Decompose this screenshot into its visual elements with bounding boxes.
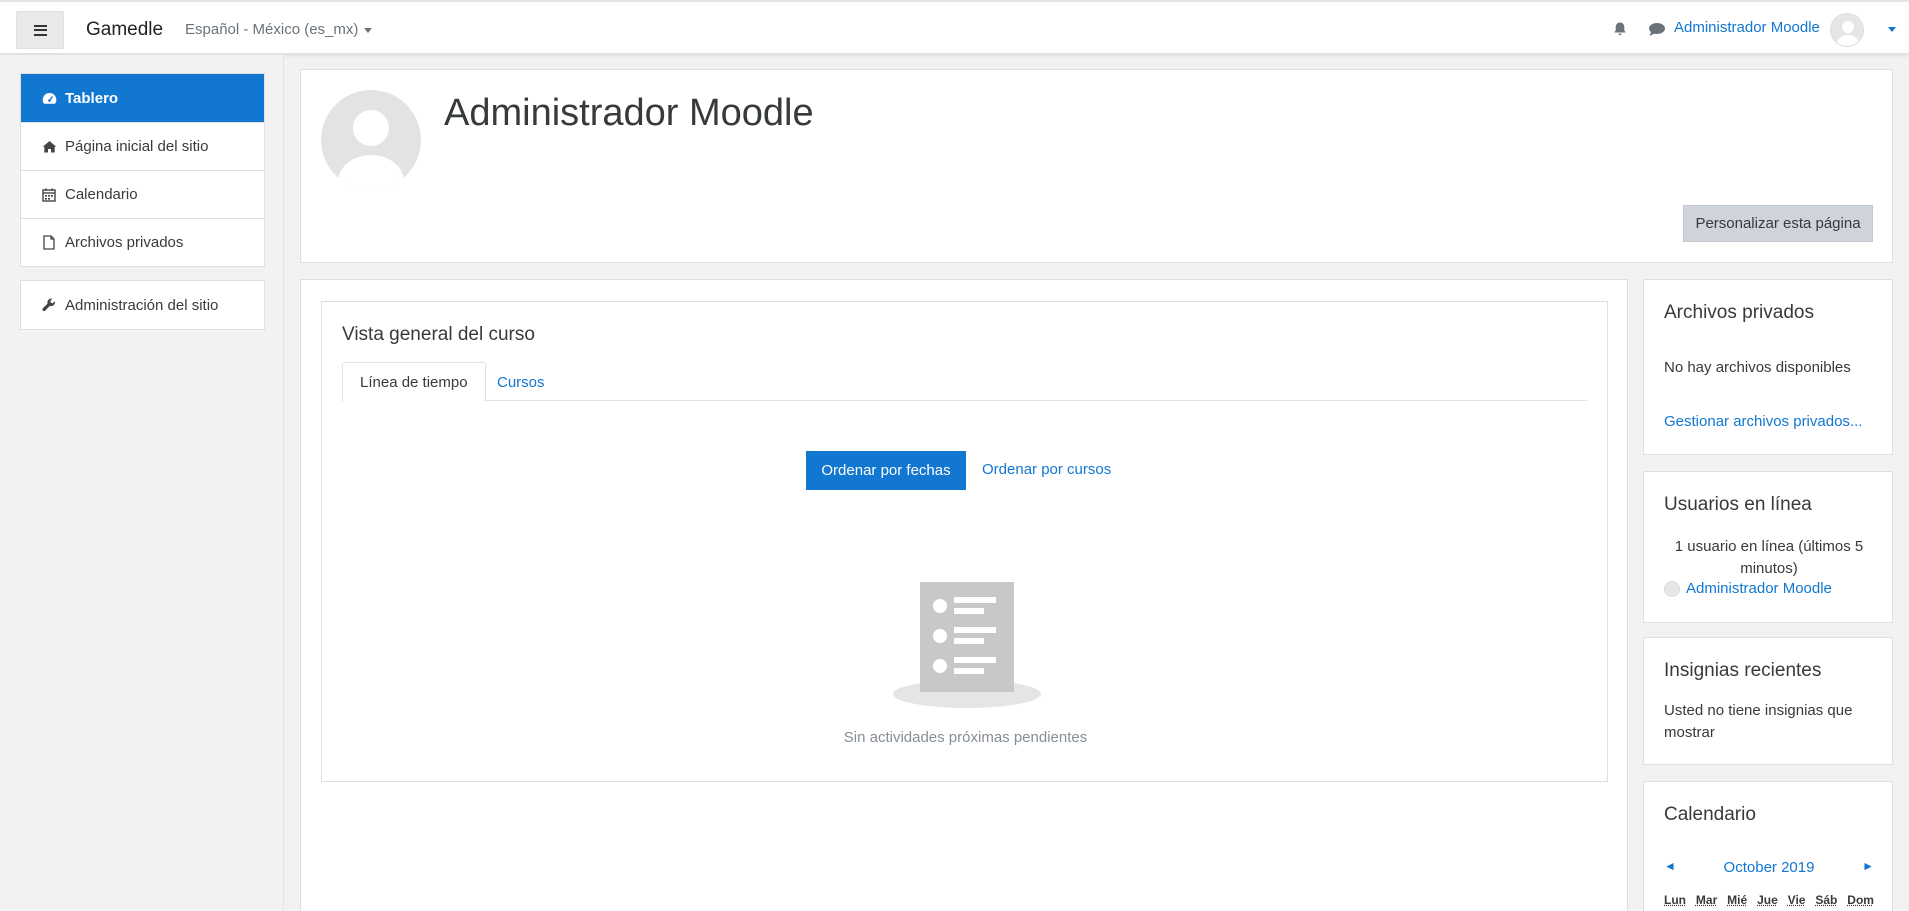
drawer-item-label: Página inicial del sitio — [65, 138, 208, 155]
drawer-item-label: Tablero — [65, 90, 118, 107]
recent-badges-block: Insignias recientes Usted no tiene insig… — [1643, 637, 1893, 765]
online-user-link[interactable]: Administrador Moodle — [1686, 580, 1832, 597]
online-user-item[interactable]: Administrador Moodle — [1664, 580, 1832, 598]
nav-drawer: Tablero Página inicial del sitio Calenda… — [0, 55, 284, 911]
online-users-block: Usuarios en línea 1 usuario en línea (úl… — [1643, 471, 1893, 623]
top-navbar: Gamedle Español - México (es_mx) Adminis… — [0, 0, 1909, 54]
main-region: Vista general del curso Línea de tiempo … — [300, 279, 1628, 911]
wrench-icon — [41, 297, 57, 313]
nav-drawer-list: Tablero Página inicial del sitio Calenda… — [20, 73, 265, 267]
manage-private-files-link[interactable]: Gestionar archivos privados... — [1664, 413, 1862, 430]
no-files-text: No hay archivos disponibles — [1664, 357, 1851, 379]
dashboard-icon — [41, 90, 57, 106]
profile-avatar[interactable] — [321, 90, 421, 190]
drawer-item-label: Administración del sitio — [65, 297, 218, 314]
customize-page-button[interactable]: Personalizar esta página — [1683, 205, 1873, 242]
bell-icon[interactable] — [1612, 21, 1628, 37]
empty-activities-illustration — [892, 582, 1042, 712]
tab-timeline[interactable]: Línea de tiempo — [342, 362, 486, 402]
weekday-label: Mié — [1727, 893, 1747, 907]
private-files-block: Archivos privados No hay archivos dispon… — [1643, 279, 1893, 455]
weekday-label: Jue — [1757, 893, 1778, 907]
chevron-down-icon — [364, 28, 372, 33]
avatar — [1664, 581, 1680, 597]
block-title: Archivos privados — [1664, 302, 1814, 324]
weekday-label: Dom — [1847, 893, 1874, 907]
calendar-icon — [41, 187, 57, 203]
chat-icon[interactable] — [1648, 22, 1666, 37]
nav-drawer-admin-list: Administración del sitio — [20, 280, 265, 330]
course-overview-tabs: Línea de tiempo Cursos — [342, 362, 1587, 401]
avatar[interactable] — [1830, 13, 1864, 47]
block-title: Usuarios en línea — [1664, 494, 1812, 516]
language-selector[interactable]: Español - México (es_mx) — [185, 21, 372, 38]
user-avatar-icon — [321, 90, 421, 190]
page-header: Administrador Moodle Personalizar esta p… — [300, 69, 1893, 263]
drawer-item-private-files[interactable]: Archivos privados — [21, 218, 264, 266]
block-title: Calendario — [1664, 804, 1756, 826]
hamburger-icon — [34, 25, 47, 36]
no-badges-text: Usted no tiene insignias que mostrar — [1664, 700, 1874, 744]
online-users-count: 1 usuario en línea (últimos 5 minutos) — [1664, 536, 1874, 580]
weekday-label: Sáb — [1815, 893, 1837, 907]
drawer-item-label: Archivos privados — [65, 234, 183, 251]
sort-by-courses-link[interactable]: Ordenar por cursos — [982, 461, 1111, 478]
prev-month-icon[interactable]: ◄ — [1664, 859, 1676, 873]
course-overview-block: Vista general del curso Línea de tiempo … — [321, 301, 1608, 782]
page-title: Administrador Moodle — [444, 92, 814, 135]
drawer-item-dashboard[interactable]: Tablero — [21, 74, 264, 122]
next-month-icon[interactable]: ► — [1862, 859, 1874, 873]
drawer-item-label: Calendario — [65, 186, 138, 203]
language-label: Español - México (es_mx) — [185, 21, 358, 38]
home-icon — [41, 139, 57, 155]
weekday-label: Vie — [1788, 893, 1806, 907]
tab-courses[interactable]: Cursos — [480, 362, 562, 402]
weekday-label: Mar — [1696, 893, 1717, 907]
user-menu-chevron-icon[interactable] — [1888, 27, 1896, 32]
user-menu-name[interactable]: Administrador Moodle — [1674, 19, 1820, 36]
user-avatar-icon — [1831, 14, 1864, 47]
site-brand[interactable]: Gamedle — [86, 19, 163, 41]
menu-toggle-button[interactable] — [16, 11, 64, 49]
calendar-block: Calendario October 2019 ◄ ► Lun Mar Mié … — [1643, 781, 1893, 911]
empty-activities-text: Sin actividades próximas pendientes — [322, 729, 1609, 746]
drawer-item-site-home[interactable]: Página inicial del sitio — [21, 122, 264, 170]
sort-by-dates-button[interactable]: Ordenar por fechas — [806, 451, 966, 490]
calendar-weekdays: Lun Mar Mié Jue Vie Sáb Dom — [1664, 893, 1874, 907]
drawer-item-site-admin[interactable]: Administración del sitio — [21, 281, 264, 329]
file-icon — [41, 235, 57, 251]
block-title: Insignias recientes — [1664, 660, 1821, 682]
drawer-item-calendar[interactable]: Calendario — [21, 170, 264, 218]
calendar-month[interactable]: October 2019 — [1664, 859, 1874, 876]
course-overview-title: Vista general del curso — [342, 324, 535, 346]
weekday-label: Lun — [1664, 893, 1686, 907]
